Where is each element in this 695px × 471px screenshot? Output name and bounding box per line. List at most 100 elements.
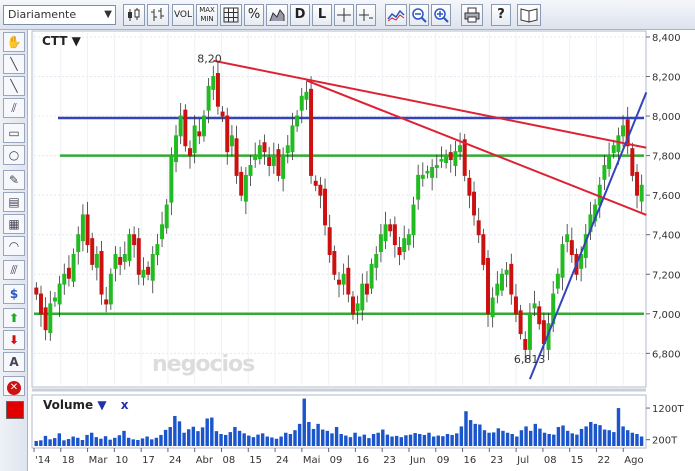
delete-drawings-button[interactable]: ✕ — [3, 376, 25, 396]
arrow-up-icon: ⬆ — [8, 311, 20, 325]
ticker-selector[interactable]: CTT ▼ — [42, 34, 81, 48]
candle-down — [364, 283, 369, 295]
x-tick-label: 08 — [222, 455, 235, 466]
cursor-button[interactable] — [356, 4, 376, 26]
rectangle-tool-button[interactable]: ▭ — [3, 123, 25, 143]
book-button[interactable] — [517, 4, 541, 26]
volume-bar — [492, 432, 496, 446]
zoom-out-icon — [412, 8, 427, 23]
volume-close-button[interactable]: x — [121, 398, 129, 412]
volume-bar — [538, 428, 542, 446]
candle-down — [262, 142, 267, 153]
candle-down — [197, 131, 202, 137]
volume-bar — [228, 432, 233, 446]
x-tick-label: '14 — [35, 455, 50, 466]
candle-down — [38, 293, 43, 315]
ray-tool-button[interactable]: ╲ — [3, 76, 25, 96]
volume-bar — [589, 421, 593, 446]
text-tool-button[interactable]: A — [3, 352, 25, 372]
candle-down — [472, 191, 477, 216]
candle-down — [569, 240, 574, 255]
print-button[interactable] — [461, 4, 483, 26]
arrow-down-tool-button[interactable]: ⬇ — [3, 330, 25, 350]
grid-button[interactable] — [220, 4, 242, 26]
volume-bar — [196, 431, 200, 446]
candle-up — [122, 253, 127, 262]
indicators-button[interactable] — [385, 4, 407, 26]
arc-tool-button[interactable]: ◠ — [3, 236, 25, 256]
line-tool-button[interactable]: ╲ — [3, 54, 25, 74]
zoom-in-button[interactable] — [431, 4, 451, 26]
volume-bar — [626, 430, 630, 446]
fan-icon: ▦ — [8, 217, 20, 231]
hand-tool-button[interactable]: ✋ — [3, 32, 25, 52]
max-min-button[interactable]: MAX MIN — [196, 4, 218, 26]
candle-down — [267, 157, 272, 166]
volume-bar — [311, 428, 316, 446]
arrow-up-tool-button[interactable]: ⬆ — [3, 308, 25, 328]
fibonacci-tool-button[interactable]: ▤ — [3, 192, 25, 212]
parallel-lines-tool-button[interactable]: ⫻ — [3, 260, 25, 280]
fib-fan-tool-button[interactable]: ▦ — [3, 214, 25, 234]
x-tick-label: Mai — [303, 455, 321, 466]
candle-up — [211, 76, 216, 90]
area-chart-button[interactable] — [266, 4, 288, 26]
d-button[interactable]: D — [290, 4, 310, 26]
percent-button[interactable]: % — [244, 4, 264, 26]
zoom-out-button[interactable] — [409, 4, 429, 26]
volume-bar — [103, 436, 108, 446]
volume-bar — [274, 438, 279, 446]
volume-bar — [113, 437, 117, 446]
l-button[interactable]: L — [312, 4, 332, 26]
ohlc-chart-button[interactable] — [147, 4, 169, 26]
x-tick-label: 15 — [571, 455, 584, 466]
pencil-tool-button[interactable]: ✎ — [3, 170, 25, 190]
volume-bar — [616, 408, 621, 446]
min-label: MIN — [200, 15, 214, 23]
candle-up — [281, 155, 286, 179]
indicators-icon — [387, 9, 405, 22]
channel-tool-button[interactable]: ⫽ — [3, 98, 25, 118]
volume-bar — [450, 434, 454, 446]
volume-toggle-button[interactable]: VOL — [172, 4, 194, 26]
candle-up — [160, 224, 165, 240]
volume-dropdown-icon[interactable]: ▼ — [97, 398, 106, 412]
volume-bar — [519, 430, 524, 446]
candle-down — [392, 224, 397, 246]
volume-bar — [427, 432, 431, 446]
candle-down — [327, 227, 332, 255]
close-circle-icon: ✕ — [7, 381, 21, 395]
volume-bar — [339, 433, 343, 446]
period-select[interactable]: Diariamente ▼ — [3, 5, 116, 25]
y-tick-label: 8,200 — [652, 73, 681, 84]
x-tick-label: 10 — [115, 455, 128, 466]
candlestick-icon — [128, 8, 140, 21]
candle-up — [416, 174, 421, 200]
candle-up — [76, 234, 81, 253]
candle-down — [239, 171, 244, 196]
grid-icon — [223, 7, 239, 23]
volume-bar — [62, 440, 66, 446]
candle-down — [220, 111, 225, 117]
dollar-tool-button[interactable]: $ — [3, 284, 25, 304]
volume-bar — [145, 436, 149, 446]
volume-bar — [473, 423, 477, 446]
x-tick-label: 16 — [464, 455, 477, 466]
volume-bar — [464, 411, 468, 446]
candle-up — [80, 214, 85, 242]
candlestick-chart-button[interactable] — [123, 4, 145, 26]
volume-bar — [325, 430, 330, 446]
candle-down — [85, 214, 90, 246]
help-button[interactable]: ? — [491, 4, 511, 26]
ellipse-tool-button[interactable]: ○ — [3, 145, 25, 165]
candle-up — [406, 234, 411, 246]
candle-up — [369, 263, 374, 289]
volume-bar — [496, 428, 501, 446]
printer-icon — [464, 7, 480, 23]
crosshair-button[interactable] — [334, 4, 354, 26]
candle-down — [486, 257, 490, 315]
candle-up — [621, 125, 626, 137]
volume-bar — [556, 427, 561, 446]
color-swatch[interactable] — [6, 401, 24, 419]
volume-bar — [528, 430, 533, 446]
